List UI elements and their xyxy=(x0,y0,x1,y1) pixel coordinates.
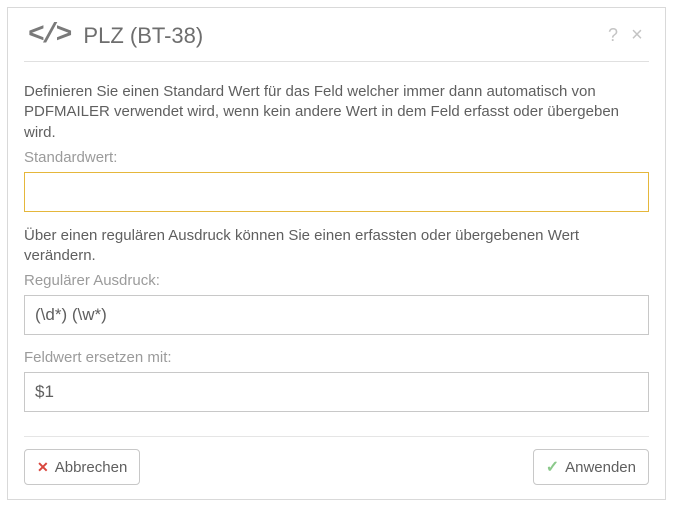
code-icon: </> xyxy=(28,20,69,51)
label-regex: Regulärer Ausdruck: xyxy=(24,272,649,289)
input-replace[interactable] xyxy=(24,372,649,412)
cancel-button[interactable]: ✕ Abbrechen xyxy=(24,449,140,485)
check-icon: ✓ xyxy=(546,457,559,477)
dialog-header: </> PLZ (BT-38) ? × xyxy=(24,20,649,62)
x-icon: ✕ xyxy=(37,459,49,476)
input-regex[interactable] xyxy=(24,295,649,335)
dialog-title: PLZ (BT-38) xyxy=(83,23,601,49)
label-default-value: Standardwert: xyxy=(24,149,649,166)
dialog-body: Definieren Sie einen Standard Wert für d… xyxy=(24,62,649,436)
close-icon[interactable]: × xyxy=(625,24,649,47)
dialog-footer: ✕ Abbrechen ✓ Anwenden xyxy=(24,436,649,485)
help-icon[interactable]: ? xyxy=(601,25,625,46)
apply-button-label: Anwenden xyxy=(565,459,636,476)
dialog-inner: </> PLZ (BT-38) ? × Definieren Sie einen… xyxy=(7,7,666,500)
description-default-value: Definieren Sie einen Standard Wert für d… xyxy=(24,82,649,143)
dialog-container: </> PLZ (BT-38) ? × Definieren Sie einen… xyxy=(0,0,673,507)
label-replace: Feldwert ersetzen mit: xyxy=(24,349,649,366)
description-regex: Über einen regulären Ausdruck können Sie… xyxy=(24,226,649,267)
input-default-value[interactable] xyxy=(24,172,649,212)
cancel-button-label: Abbrechen xyxy=(55,459,128,476)
apply-button[interactable]: ✓ Anwenden xyxy=(533,449,649,485)
